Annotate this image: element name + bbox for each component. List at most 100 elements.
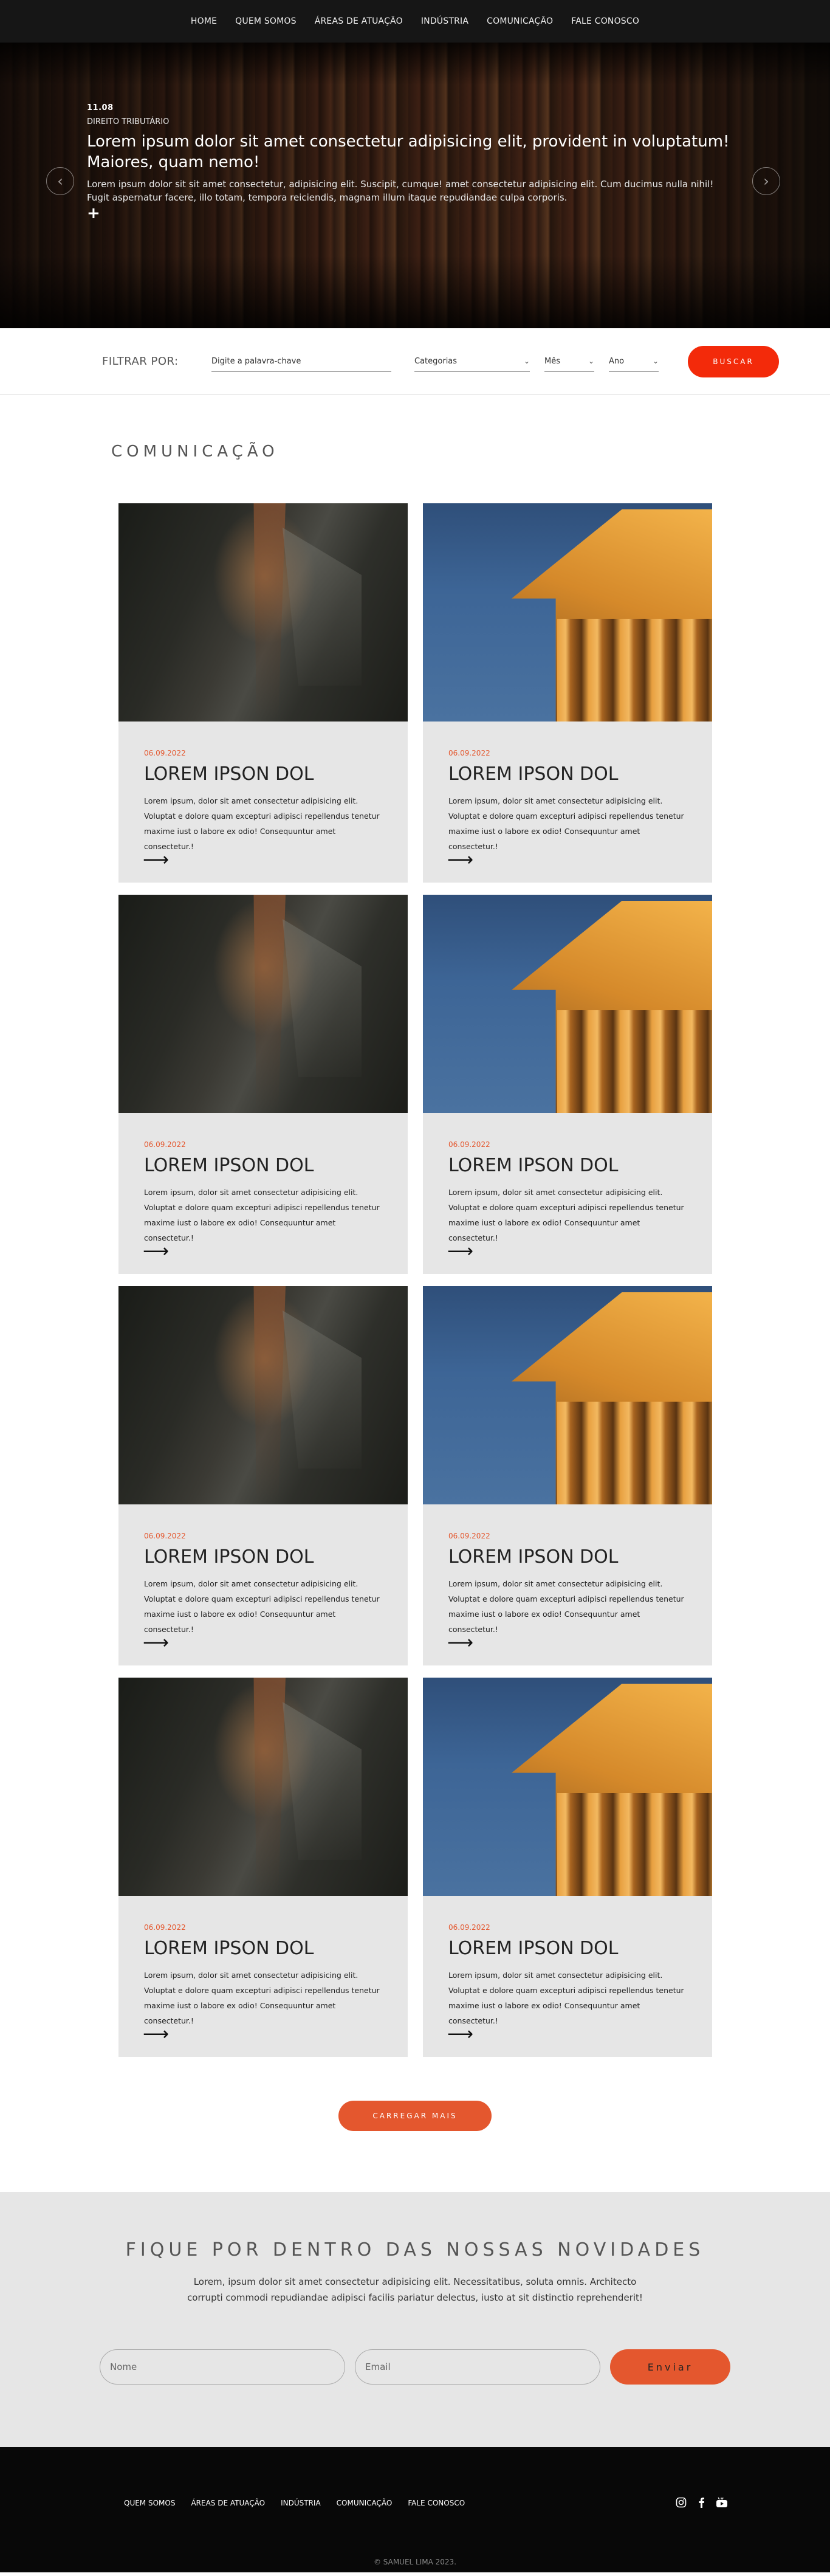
keyword-search-field bbox=[211, 351, 391, 372]
arrow-right-icon[interactable]: ⟶ bbox=[447, 2025, 473, 2044]
card-image-courthouse bbox=[423, 503, 712, 721]
card-date: 06.09.2022 bbox=[448, 749, 490, 757]
card-image-suit bbox=[118, 1678, 408, 1896]
section-title: COMUNICAÇÃO bbox=[111, 443, 279, 461]
hero-date: 11.08 bbox=[87, 103, 114, 112]
arrow-right-icon[interactable]: ⟶ bbox=[143, 1634, 169, 1652]
card-title: LOREM IPSON DOL bbox=[448, 1546, 619, 1568]
card-image-suit bbox=[118, 1286, 408, 1504]
chevron-down-icon: ⌄ bbox=[652, 357, 659, 365]
year-select[interactable]: Ano ⌄ bbox=[609, 351, 659, 372]
filter-label: FILTRAR POR: bbox=[102, 355, 179, 368]
card-date: 06.09.2022 bbox=[448, 1140, 490, 1149]
arrow-right-icon[interactable]: ⟶ bbox=[143, 2025, 169, 2044]
chevron-right-icon: › bbox=[763, 173, 769, 190]
nav-item-home[interactable]: HOME bbox=[191, 16, 217, 26]
card-title: LOREM IPSON DOL bbox=[144, 1155, 314, 1176]
footer-item-fale-conosco[interactable]: FALE CONOSCO bbox=[408, 2499, 465, 2507]
card-text: Lorem ipsum, dolor sit amet consectetur … bbox=[144, 796, 380, 851]
arrow-right-icon[interactable]: ⟶ bbox=[143, 1242, 169, 1261]
card-text: Lorem ipsum, dolor sit amet consectetur … bbox=[448, 1188, 684, 1242]
arrow-right-icon[interactable]: ⟶ bbox=[447, 851, 473, 869]
news-card[interactable]: 06.09.2022 LOREM IPSON DOL Lorem ipsum, … bbox=[118, 503, 408, 883]
email-field[interactable] bbox=[355, 2349, 600, 2385]
card-title: LOREM IPSON DOL bbox=[448, 1155, 619, 1176]
card-date: 06.09.2022 bbox=[448, 1923, 490, 1932]
news-card[interactable]: 06.09.2022 LOREM IPSON DOL Lorem ipsum, … bbox=[118, 895, 408, 1274]
news-card[interactable]: 06.09.2022 LOREM IPSON DOL Lorem ipsum, … bbox=[423, 503, 712, 883]
chevron-left-icon: ‹ bbox=[57, 173, 63, 190]
card-text: Lorem ipsum, dolor sit amet consectetur … bbox=[144, 1971, 380, 2025]
newsletter-form: Enviar bbox=[0, 2349, 830, 2385]
hero-text: Lorem ipsum dolor sit sit amet consectet… bbox=[87, 179, 714, 203]
hero-content: 11.08 DIREITO TRIBUTÁRIO Lorem ipsum dol… bbox=[87, 103, 737, 222]
card-date: 06.09.2022 bbox=[144, 1532, 186, 1540]
footer-item-areas-de-atuacao[interactable]: ÁREAS DE ATUAÇÃO bbox=[191, 2499, 265, 2507]
card-title: LOREM IPSON DOL bbox=[448, 1938, 619, 1959]
nav-item-quem-somos[interactable]: QUEM SOMOS bbox=[235, 16, 297, 26]
card-image-suit bbox=[118, 895, 408, 1113]
year-select-label: Ano bbox=[609, 356, 625, 366]
news-card[interactable]: 06.09.2022 LOREM IPSON DOL Lorem ipsum, … bbox=[118, 1678, 408, 2057]
news-card[interactable]: 06.09.2022 LOREM IPSON DOL Lorem ipsum, … bbox=[118, 1286, 408, 1665]
instagram-icon[interactable] bbox=[676, 2497, 687, 2508]
card-text: Lorem ipsum, dolor sit amet consectetur … bbox=[448, 1579, 684, 1634]
card-date: 06.09.2022 bbox=[448, 1532, 490, 1540]
hero-category: DIREITO TRIBUTÁRIO bbox=[87, 117, 170, 126]
card-date: 06.09.2022 bbox=[144, 749, 186, 757]
keyword-search-input[interactable] bbox=[211, 356, 391, 366]
arrow-right-icon[interactable]: ⟶ bbox=[447, 1242, 473, 1261]
footer-item-comunicacao[interactable]: COMUNICAÇÃO bbox=[337, 2499, 393, 2507]
card-title: LOREM IPSON DOL bbox=[448, 763, 619, 785]
card-date: 06.09.2022 bbox=[144, 1923, 186, 1932]
card-title: LOREM IPSON DOL bbox=[144, 1938, 314, 1959]
hero-banner: ‹ › 11.08 DIREITO TRIBUTÁRIO Lorem ipsum… bbox=[0, 43, 830, 328]
footer-item-industria[interactable]: INDÚSTRIA bbox=[281, 2499, 321, 2507]
footer-nav: QUEM SOMOS ÁREAS DE ATUAÇÃO INDÚSTRIA CO… bbox=[124, 2499, 465, 2507]
chevron-down-icon: ⌄ bbox=[523, 357, 530, 365]
chevron-down-icon: ⌄ bbox=[588, 357, 594, 365]
search-button[interactable]: BUSCAR bbox=[688, 345, 779, 377]
month-select-label: Mês bbox=[544, 356, 560, 366]
plus-icon[interactable]: + bbox=[87, 204, 100, 222]
facebook-icon[interactable] bbox=[698, 2497, 705, 2508]
news-card[interactable]: 06.09.2022 LOREM IPSON DOL Lorem ipsum, … bbox=[423, 1678, 712, 2057]
social-links bbox=[676, 2497, 728, 2508]
card-image-courthouse bbox=[423, 1678, 712, 1896]
nav-item-areas-de-atuacao[interactable]: ÁREAS DE ATUAÇÃO bbox=[315, 16, 403, 26]
hero-title: Lorem ipsum dolor sit amet consectetur a… bbox=[87, 133, 730, 171]
nav-item-industria[interactable]: INDÚSTRIA bbox=[421, 16, 468, 26]
card-image-courthouse bbox=[423, 895, 712, 1113]
footer-item-quem-somos[interactable]: QUEM SOMOS bbox=[124, 2499, 175, 2507]
hero-prev-button[interactable]: ‹ bbox=[46, 167, 74, 195]
top-nav: HOME QUEM SOMOS ÁREAS DE ATUAÇÃO INDÚSTR… bbox=[0, 0, 830, 43]
card-text: Lorem ipsum, dolor sit amet consectetur … bbox=[448, 796, 684, 851]
news-grid: 06.09.2022 LOREM IPSON DOL Lorem ipsum, … bbox=[118, 503, 714, 2057]
category-select-label: Categorias bbox=[414, 356, 458, 366]
footer: QUEM SOMOS ÁREAS DE ATUAÇÃO INDÚSTRIA CO… bbox=[0, 2447, 830, 2572]
hero-next-button[interactable]: › bbox=[752, 167, 780, 195]
card-title: LOREM IPSON DOL bbox=[144, 763, 314, 785]
card-text: Lorem ipsum, dolor sit amet consectetur … bbox=[144, 1579, 380, 1634]
youtube-icon[interactable] bbox=[716, 2497, 728, 2508]
newsletter-text: Lorem, ipsum dolor sit amet consectetur … bbox=[187, 2276, 643, 2303]
arrow-right-icon[interactable]: ⟶ bbox=[143, 851, 169, 869]
card-title: LOREM IPSON DOL bbox=[144, 1546, 314, 1568]
name-field[interactable] bbox=[100, 2349, 345, 2385]
category-select[interactable]: Categorias ⌄ bbox=[414, 351, 530, 372]
nav-item-comunicacao[interactable]: COMUNICAÇÃO bbox=[487, 16, 553, 26]
month-select[interactable]: Mês ⌄ bbox=[544, 351, 594, 372]
card-date: 06.09.2022 bbox=[144, 1140, 186, 1149]
arrow-right-icon[interactable]: ⟶ bbox=[447, 1634, 473, 1652]
card-image-suit bbox=[118, 503, 408, 721]
news-card[interactable]: 06.09.2022 LOREM IPSON DOL Lorem ipsum, … bbox=[423, 1286, 712, 1665]
nav-item-fale-conosco[interactable]: FALE CONOSCO bbox=[571, 16, 639, 26]
load-more-button[interactable]: CARREGAR MAIS bbox=[338, 2101, 492, 2131]
newsletter-section: FIQUE POR DENTRO DAS NOSSAS NOVIDADES Lo… bbox=[0, 2192, 830, 2447]
filter-bar: FILTRAR POR: Categorias ⌄ Mês ⌄ Ano ⌄ BU… bbox=[0, 328, 830, 395]
card-image-courthouse bbox=[423, 1286, 712, 1504]
card-text: Lorem ipsum, dolor sit amet consectetur … bbox=[448, 1971, 684, 2025]
news-card[interactable]: 06.09.2022 LOREM IPSON DOL Lorem ipsum, … bbox=[423, 895, 712, 1274]
copyright: © SAMUEL LIMA 2023. bbox=[373, 2558, 457, 2566]
send-button[interactable]: Enviar bbox=[610, 2349, 730, 2385]
